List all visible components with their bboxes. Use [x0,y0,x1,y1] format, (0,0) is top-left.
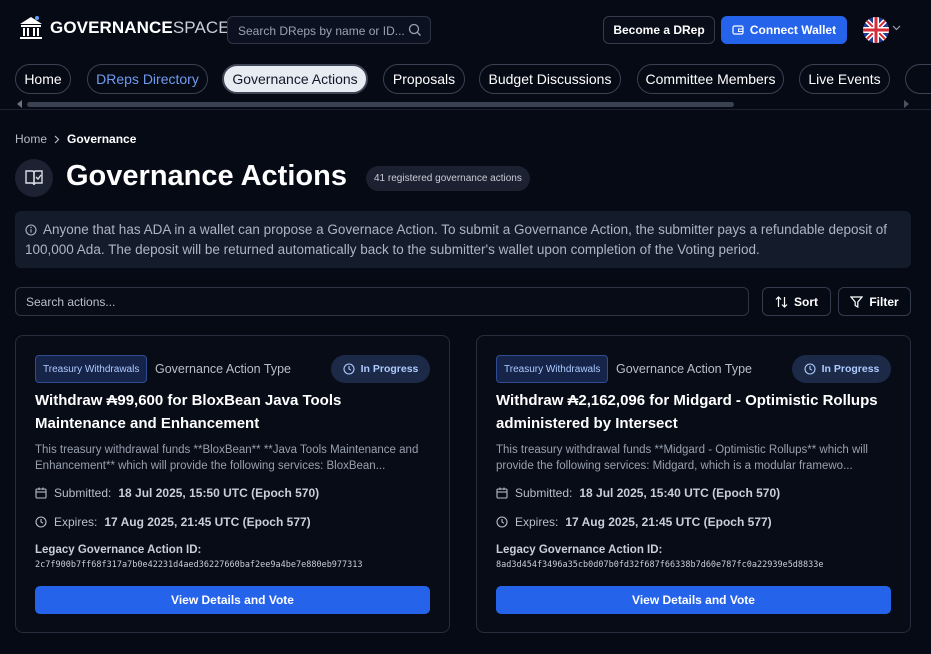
capitol-icon [20,16,42,39]
become-drep-button[interactable]: Become a DRep [603,16,715,44]
breadcrumb-home[interactable]: Home [15,132,47,146]
chevron-down-icon[interactable] [892,25,901,31]
view-details-vote-button[interactable]: View Details and Vote [496,586,891,614]
action-type-label: Governance Action Type [616,362,752,376]
breadcrumb: Home Governance [15,132,136,146]
legacy-id-label: Legacy Governance Action ID: [496,544,663,556]
scroll-left-icon[interactable] [17,100,22,108]
sort-button[interactable]: Sort [762,287,831,316]
expires-row: Expires: 17 Aug 2025, 21:45 UTC (Epoch 57… [35,515,311,529]
logo-text-light: SPACE [172,18,230,37]
submitted-value: 18 Jul 2025, 15:50 UTC (Epoch 570) [118,486,320,500]
nav-live-events[interactable]: Live Events [799,64,890,94]
view-details-vote-button[interactable]: View Details and Vote [35,586,430,614]
submitted-value: 18 Jul 2025, 15:40 UTC (Epoch 570) [579,486,781,500]
submitted-row: Submitted: 18 Jul 2025, 15:40 UTC (Epoch … [496,486,780,500]
action-type-label: Governance Action Type [155,362,291,376]
filter-icon [850,295,864,308]
count-badge: 41 registered governance actions [366,166,530,191]
search-icon [408,23,421,36]
book-check-icon [15,159,53,197]
expires-row: Expires: 17 Aug 2025, 21:45 UTC (Epoch 57… [496,515,772,529]
scroll-right-icon[interactable] [904,100,909,108]
submitted-row: Submitted: 18 Jul 2025, 15:50 UTC (Epoch … [35,486,319,500]
wallet-icon [732,25,744,35]
search-actions-placeholder: Search actions... [26,295,116,309]
clock-icon [496,516,508,528]
governance-action-card[interactable]: Treasury Withdrawals Governance Action T… [15,335,450,633]
expires-value: 17 Aug 2025, 21:45 UTC (Epoch 577) [104,515,311,529]
action-type-tag: Treasury Withdrawals [35,355,148,383]
nav-home[interactable]: Home [15,64,71,94]
uk-flag-icon[interactable] [863,17,889,43]
sort-label: Sort [794,294,818,309]
expires-value: 17 Aug 2025, 21:45 UTC (Epoch 577) [565,515,772,529]
info-icon [25,224,37,236]
calendar-icon [35,487,47,499]
page-title: Governance Actions [66,160,347,192]
card-title[interactable]: Withdraw ₳2,162,096 for Midgard - Optimi… [496,389,896,435]
legacy-id-label: Legacy Governance Action ID: [35,544,202,556]
breadcrumb-current: Governance [67,132,137,146]
legacy-id-value: 8ad3d454f3496a35cb0d07b0fd32f687f66338b7… [496,560,824,570]
connect-wallet-label: Connect Wallet [749,23,837,37]
legacy-id-value: 2c7f900b7ff68f317a7b0e42231d4aed36227660… [35,560,363,570]
submitted-label: Submitted: [54,486,112,500]
chevron-right-icon [54,135,60,143]
nav-governance-actions[interactable]: Governance Actions [222,64,368,94]
status-badge: In Progress [331,355,430,383]
status-label: In Progress [821,363,880,375]
nav-committee-members[interactable]: Committee Members [637,64,784,94]
connect-wallet-button[interactable]: Connect Wallet [721,16,847,44]
clock-icon [804,363,816,375]
sort-icon [775,295,788,308]
site-logo[interactable]: GOVERNANCESPACE [18,15,230,41]
search-actions-input[interactable]: Search actions... [15,287,749,316]
logo-text-bold: GOVERNANCE [50,18,173,37]
clock-icon [343,363,355,375]
clock-icon [35,516,47,528]
card-title[interactable]: Withdraw ₳99,600 for BloxBean Java Tools… [35,389,435,435]
info-text: Anyone that has ADA in a wallet can prop… [25,222,888,257]
info-notice: Anyone that has ADA in a wallet can prop… [15,211,911,268]
status-badge: In Progress [792,355,891,383]
nav-budget-discussions[interactable]: Budget Discussions [479,64,621,94]
calendar-icon [496,487,508,499]
filter-label: Filter [869,294,899,309]
governance-action-card[interactable]: Treasury Withdrawals Governance Action T… [476,335,911,633]
card-description: This treasury withdrawal funds **BloxBea… [35,444,419,472]
filter-button[interactable]: Filter [838,287,911,316]
nav-more-partial[interactable] [905,64,931,94]
submitted-label: Submitted: [515,486,573,500]
main-nav: Home DReps Directory Governance Actions … [0,60,931,110]
nav-dreps-directory[interactable]: DReps Directory [87,64,208,94]
expires-label: Expires: [515,515,559,529]
card-description: This treasury withdrawal funds **Midgard… [496,444,868,472]
nav-proposals[interactable]: Proposals [383,64,465,94]
action-type-tag: Treasury Withdrawals [496,355,609,383]
drep-search-input[interactable]: Search DReps by name or ID... [227,16,431,44]
logo-text: GOVERNANCESPACE [50,18,230,38]
drep-search-placeholder: Search DReps by name or ID... [238,24,405,38]
status-label: In Progress [360,363,419,375]
expires-label: Expires: [54,515,98,529]
nav-scrollbar[interactable] [27,102,734,107]
top-header: GOVERNANCESPACE Search DReps by name or … [0,0,931,60]
